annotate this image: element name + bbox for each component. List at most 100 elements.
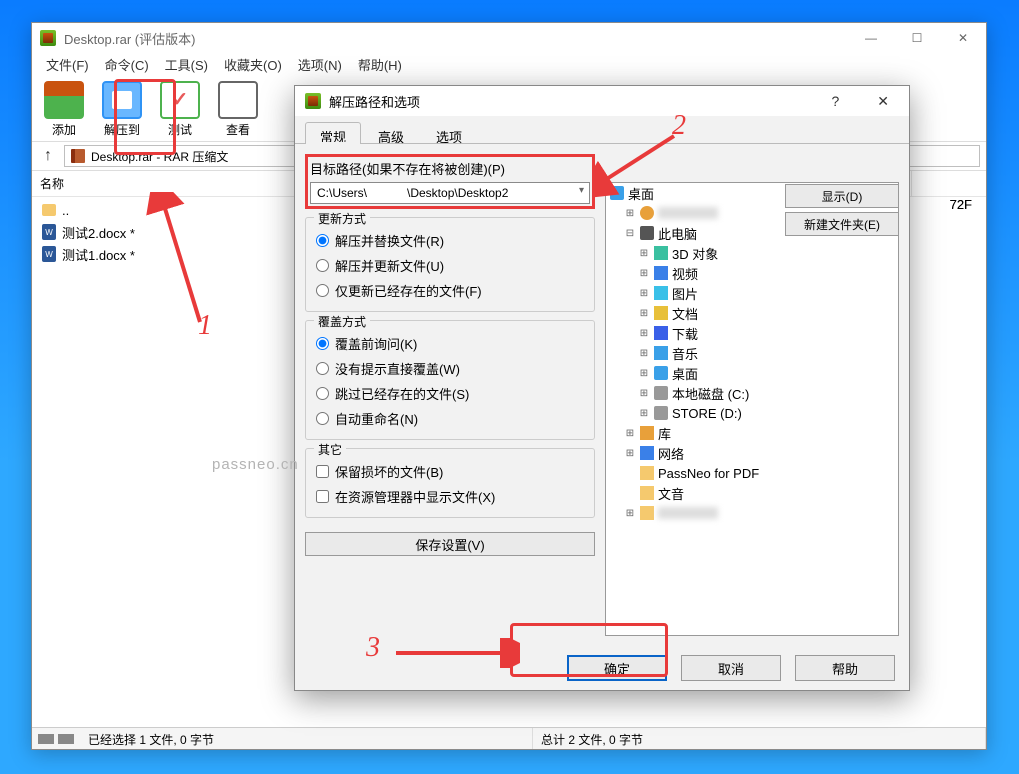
radio-skip-existing[interactable]: 跳过已经存在的文件(S) (314, 381, 586, 406)
pc-icon (640, 226, 654, 240)
folder-tree[interactable]: 桌面 ⊞ ⊟此电脑 ⊞3D 对象 ⊞视频 ⊞图片 ⊞文档 ⊞下载 ⊞音乐 ⊞桌面… (605, 182, 899, 636)
check-show-explorer[interactable]: 在资源管理器中显示文件(X) (314, 484, 586, 509)
tree-network[interactable]: ⊞网络 (606, 443, 898, 463)
add-button[interactable]: 添加 (36, 79, 92, 139)
title-bar: Desktop.rar (评估版本) — ☐ ✕ (32, 23, 986, 53)
add-label: 添加 (52, 121, 76, 138)
destination-path-input[interactable] (310, 182, 590, 204)
winrar-icon (305, 93, 321, 109)
test-label: 测试 (168, 121, 192, 138)
radio-update-existing[interactable]: 仅更新已经存在的文件(F) (314, 278, 586, 303)
help-button[interactable]: 帮助 (795, 655, 895, 681)
dialog-title-bar: 解压路径和选项 ? ✕ (295, 86, 909, 116)
file-1: 测试2.docx * (62, 223, 135, 242)
check-keep-broken[interactable]: 保留损坏的文件(B) (314, 459, 586, 484)
extract-options-dialog: 解压路径和选项 ? ✕ 常规 高级 选项 显示(D) 新建文件夹(E) 目标路径… (294, 85, 910, 691)
show-button[interactable]: 显示(D) (785, 184, 899, 208)
dialog-help-button[interactable]: ? (821, 89, 849, 113)
test-button[interactable]: 测试 (152, 79, 208, 139)
status-total: 总计 2 文件, 0 字节 (533, 728, 986, 749)
folder-up-icon (42, 204, 56, 216)
save-settings-button[interactable]: 保存设置(V) (305, 532, 595, 556)
video-icon (654, 266, 668, 280)
update-mode-title: 更新方式 (314, 210, 370, 227)
window-title: Desktop.rar (评估版本) (64, 29, 195, 48)
tree-video[interactable]: ⊞视频 (606, 263, 898, 283)
status-icons (32, 728, 80, 749)
dialog-left-column: 目标路径(如果不存在将被创建)(P) 更新方式 解压并替换文件(R) 解压并更新… (305, 154, 595, 636)
archive-icon (71, 149, 85, 163)
tree-3d[interactable]: ⊞3D 对象 (606, 243, 898, 263)
overwrite-mode-group: 覆盖方式 覆盖前询问(K) 没有提示直接覆盖(W) 跳过已经存在的文件(S) 自… (305, 320, 595, 440)
cancel-button[interactable]: 取消 (681, 655, 781, 681)
dialog-close-button[interactable]: ✕ (867, 89, 899, 114)
network-icon (640, 446, 654, 460)
word-icon: W (42, 246, 56, 262)
desktop-icon (654, 366, 668, 380)
extract-label: 解压到 (104, 121, 140, 138)
menu-tools[interactable]: 工具(S) (157, 53, 216, 76)
new-folder-button[interactable]: 新建文件夹(E) (785, 212, 899, 236)
folder-icon (640, 466, 654, 480)
downloads-icon (654, 326, 668, 340)
other-group: 其它 保留损坏的文件(B) 在资源管理器中显示文件(X) (305, 448, 595, 518)
tree-downloads[interactable]: ⊞下载 (606, 323, 898, 343)
up-arrow-icon[interactable]: ↑ (38, 147, 58, 165)
status-selected: 已经选择 1 文件, 0 字节 (80, 728, 533, 749)
menu-favorites[interactable]: 收藏夹(O) (216, 53, 290, 76)
tree-music[interactable]: ⊞音乐 (606, 343, 898, 363)
other-title: 其它 (314, 441, 346, 458)
word-icon: W (42, 224, 56, 240)
minimize-button[interactable]: — (848, 23, 894, 53)
maximize-button[interactable]: ☐ (894, 23, 940, 53)
dialog-tabs: 常规 高级 选项 (295, 116, 909, 144)
documents-icon (654, 306, 668, 320)
close-button[interactable]: ✕ (940, 23, 986, 53)
path-text: Desktop.rar - RAR 压缩文 (91, 148, 228, 165)
dialog-body: 显示(D) 新建文件夹(E) 目标路径(如果不存在将被创建)(P) 更新方式 解… (295, 144, 909, 646)
radio-auto-rename[interactable]: 自动重命名(N) (314, 406, 586, 431)
tab-options[interactable]: 选项 (421, 122, 477, 143)
dialog-title: 解压路径和选项 (329, 92, 420, 111)
dialog-footer: 确定 取消 帮助 (295, 646, 909, 690)
overwrite-mode-title: 覆盖方式 (314, 313, 370, 330)
file-up: .. (62, 203, 69, 218)
radio-ask-before[interactable]: 覆盖前询问(K) (314, 331, 586, 356)
add-icon (44, 81, 84, 119)
tree-disk-d[interactable]: ⊞STORE (D:) (606, 403, 898, 423)
file-2-meta: 72F (950, 197, 972, 212)
status-bar: 已经选择 1 文件, 0 字节 总计 2 文件, 0 字节 (32, 727, 986, 749)
radio-overwrite-direct[interactable]: 没有提示直接覆盖(W) (314, 356, 586, 381)
radio-extract-replace[interactable]: 解压并替换文件(R) (314, 228, 586, 253)
test-icon (160, 81, 200, 119)
tab-advanced[interactable]: 高级 (363, 122, 419, 143)
extract-to-button[interactable]: 解压到 (94, 79, 150, 139)
radio-extract-update[interactable]: 解压并更新文件(U) (314, 253, 586, 278)
view-label: 查看 (226, 121, 250, 138)
menu-command[interactable]: 命令(C) (97, 53, 157, 76)
music-icon (654, 346, 668, 360)
tree-documents[interactable]: ⊞文档 (606, 303, 898, 323)
desktop-icon (610, 186, 624, 200)
tree-passneo[interactable]: PassNeo for PDF (606, 463, 898, 483)
ok-button[interactable]: 确定 (567, 655, 667, 681)
tree-desktop2[interactable]: ⊞桌面 (606, 363, 898, 383)
extract-icon (102, 81, 142, 119)
file-2: 测试1.docx * (62, 245, 135, 264)
pictures-icon (654, 286, 668, 300)
folder-icon (640, 486, 654, 500)
menu-help[interactable]: 帮助(H) (350, 53, 410, 76)
libraries-icon (640, 426, 654, 440)
view-button[interactable]: 查看 (210, 79, 266, 139)
tree-pictures[interactable]: ⊞图片 (606, 283, 898, 303)
menu-bar: 文件(F) 命令(C) 工具(S) 收藏夹(O) 选项(N) 帮助(H) (32, 53, 986, 75)
tree-disk-c[interactable]: ⊞本地磁盘 (C:) (606, 383, 898, 403)
tab-general[interactable]: 常规 (305, 122, 361, 143)
tree-libraries[interactable]: ⊞库 (606, 423, 898, 443)
menu-options[interactable]: 选项(N) (290, 53, 350, 76)
disk-icon (654, 406, 668, 420)
disk-icon (654, 386, 668, 400)
menu-file[interactable]: 文件(F) (38, 53, 97, 76)
tree-blurred[interactable]: ⊞ (606, 503, 898, 523)
tree-wenyin[interactable]: 文音 (606, 483, 898, 503)
